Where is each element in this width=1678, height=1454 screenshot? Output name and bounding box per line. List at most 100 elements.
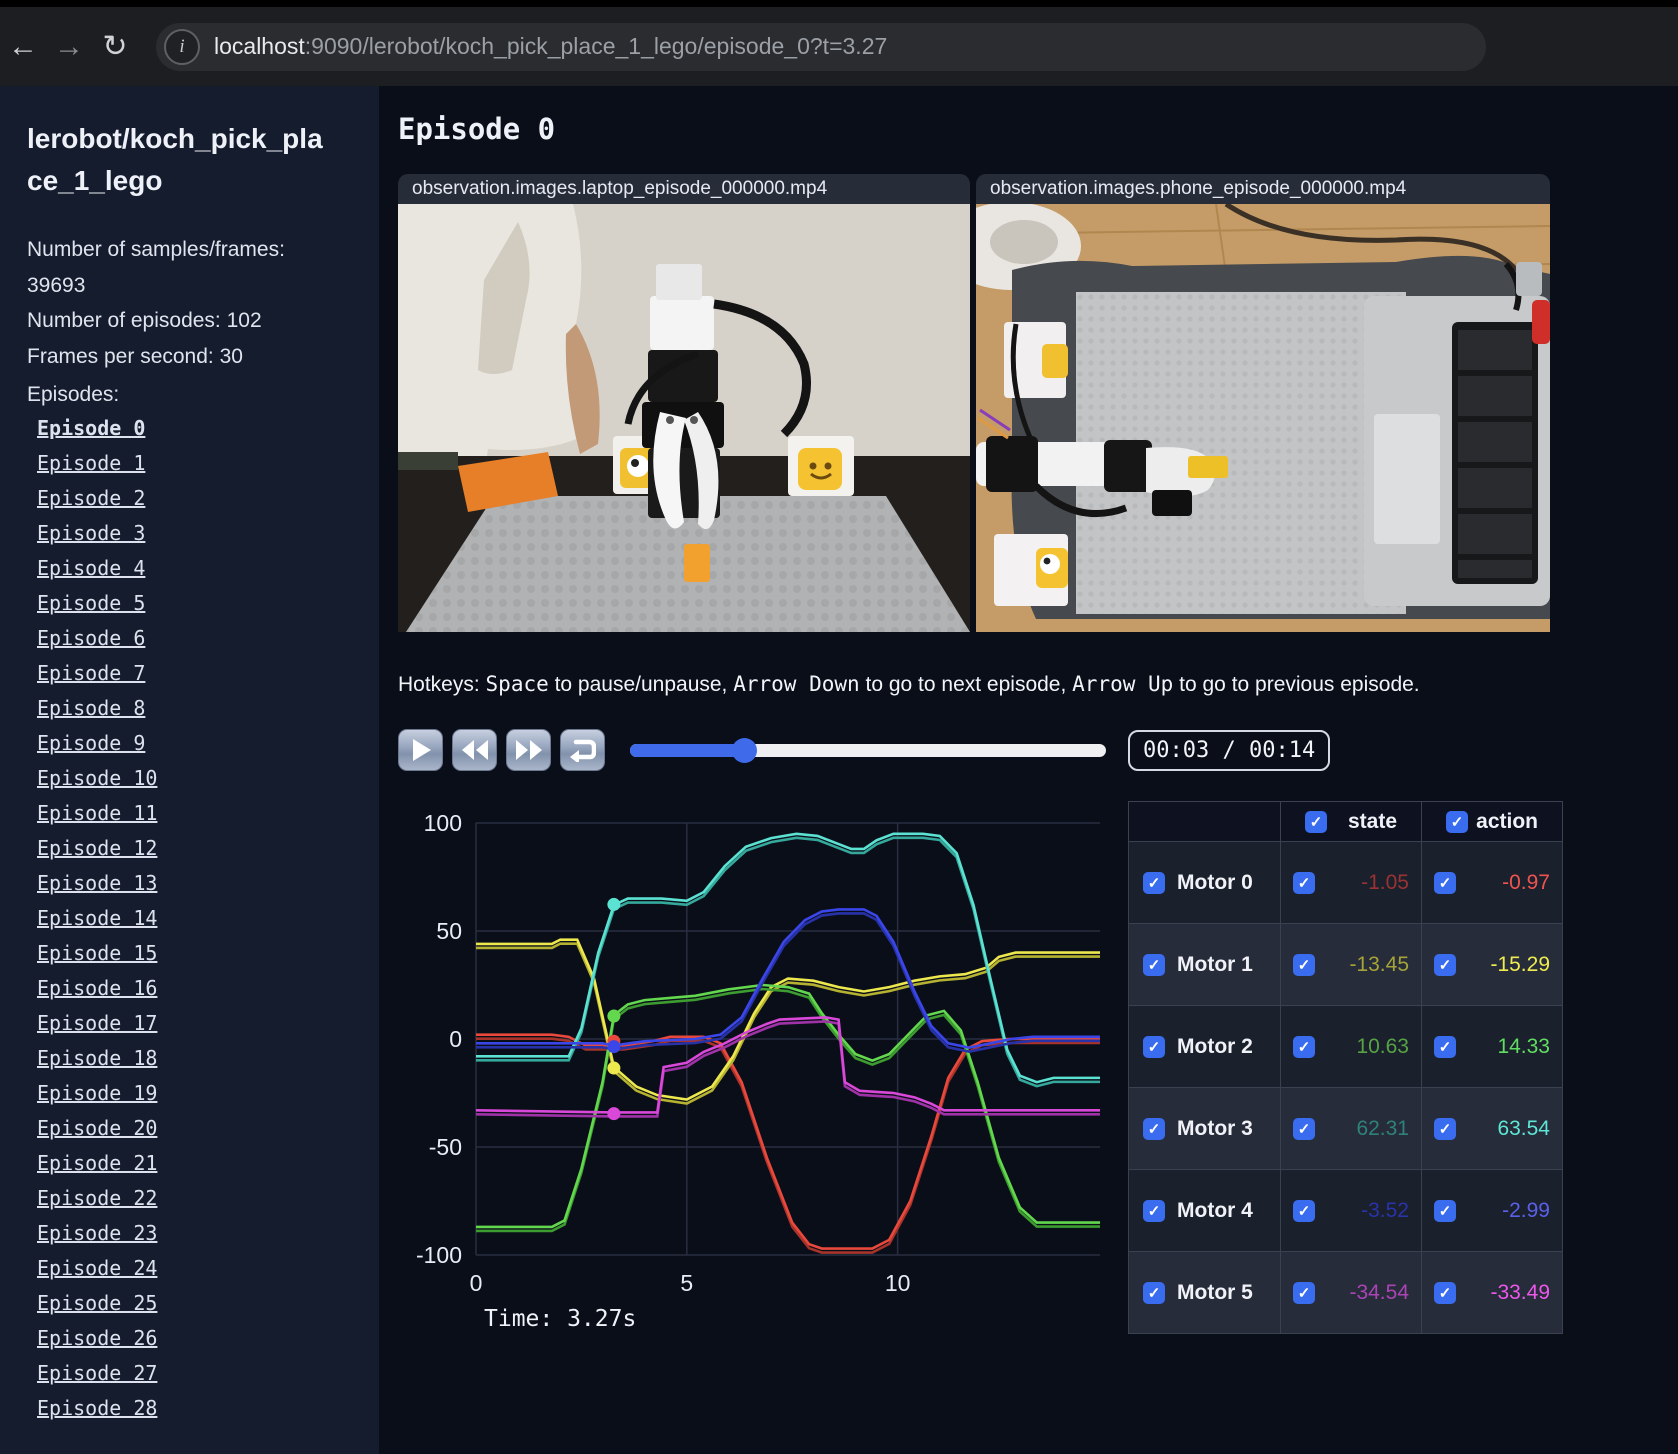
video-row: observation.images.laptop_episode_000000… [398,174,1678,632]
action-value: 63.54 [1497,1116,1550,1140]
action-column-checkbox[interactable]: ✓ [1446,810,1468,833]
checkbox[interactable]: ✓ [1143,1281,1165,1304]
motor-name: Motor 4 [1177,1198,1253,1222]
url-path: :9090/lerobot/koch_pick_place_1_lego/epi… [304,33,888,59]
episode-link-episode-21[interactable]: Episode 21 [37,1151,379,1175]
action-value: 14.33 [1497,1034,1550,1058]
episode-link-episode-15[interactable]: Episode 15 [37,941,379,965]
episode-link-episode-7[interactable]: Episode 7 [37,661,379,685]
checkbox[interactable]: ✓ [1293,1117,1315,1140]
episode-link-episode-8[interactable]: Episode 8 [37,696,379,720]
sidebar: lerobot/koch_pick_place_1_lego Number of… [0,86,379,1454]
table-row: ✓ Motor 0 ✓ -1.05 ✓ -0.97 [1128,841,1563,924]
video-panel-phone[interactable]: observation.images.phone_episode_000000.… [976,174,1550,632]
table-row: ✓ Motor 1 ✓ -13.45 ✓ -15.29 [1128,923,1563,1006]
video-panel-laptop[interactable]: observation.images.laptop_episode_000000… [398,174,970,632]
play-icon [412,739,431,761]
loop-icon [569,739,596,762]
hotkey-text: Hotkeys: [398,673,486,696]
episode-link-episode-23[interactable]: Episode 23 [37,1221,379,1245]
page-title: Episode 0 [398,112,556,146]
state-column-checkbox[interactable]: ✓ [1305,810,1327,833]
back-icon[interactable]: ← [0,30,46,64]
state-header-label: state [1347,809,1397,833]
playback-controls: 00:03 / 00:14 [398,729,1678,771]
episode-link-episode-22[interactable]: Episode 22 [37,1186,379,1210]
address-bar[interactable]: i localhost:9090/lerobot/koch_pick_place… [156,22,1486,71]
episode-link-episode-6[interactable]: Episode 6 [37,626,379,650]
episode-link-episode-19[interactable]: Episode 19 [37,1081,379,1105]
checkbox[interactable]: ✓ [1434,1035,1456,1058]
seek-thumb[interactable] [732,737,758,763]
checkbox[interactable]: ✓ [1293,1281,1315,1304]
state-value: 62.31 [1356,1116,1409,1140]
checkbox[interactable]: ✓ [1434,1281,1456,1304]
state-value: 10.63 [1356,1034,1409,1058]
checkbox[interactable]: ✓ [1143,953,1165,976]
episode-link-episode-20[interactable]: Episode 20 [37,1116,379,1140]
episode-link-episode-16[interactable]: Episode 16 [37,976,379,1000]
episode-link-episode-26[interactable]: Episode 26 [37,1326,379,1350]
episode-link-episode-9[interactable]: Episode 9 [37,731,379,755]
svg-text:0: 0 [470,1270,483,1295]
state-value: -13.45 [1349,952,1409,976]
reload-icon[interactable]: ↻ [92,29,138,64]
episode-link-episode-5[interactable]: Episode 5 [37,591,379,615]
svg-text:50: 50 [436,918,462,944]
play-button[interactable] [398,729,443,771]
hotkeys-text: Hotkeys: Space to pause/unpause, Arrow D… [398,672,1678,697]
episode-link-episode-25[interactable]: Episode 25 [37,1291,379,1315]
action-value: -15.29 [1490,952,1550,976]
checkbox[interactable]: ✓ [1143,871,1165,894]
checkbox[interactable]: ✓ [1143,1199,1165,1222]
svg-text:5: 5 [680,1270,693,1295]
episode-link-episode-3[interactable]: Episode 3 [37,521,379,545]
video-title-laptop: observation.images.laptop_episode_000000… [398,174,970,204]
video-laptop[interactable] [398,204,970,632]
checkbox[interactable]: ✓ [1293,1035,1315,1058]
motor-name: Motor 3 [1177,1116,1253,1140]
loop-button[interactable] [560,729,605,771]
video-phone-frame [976,204,1550,632]
hotkey-text: to go to previous episode. [1173,673,1420,696]
action-header-label: action [1476,809,1538,833]
hotkey-key: Arrow Up [1072,672,1174,696]
video-phone[interactable] [976,204,1550,632]
svg-text:-100: -100 [416,1242,462,1268]
episode-link-episode-11[interactable]: Episode 11 [37,801,379,825]
video-title-phone: observation.images.phone_episode_000000.… [976,174,1550,204]
episode-link-episode-12[interactable]: Episode 12 [37,836,379,860]
episode-link-episode-13[interactable]: Episode 13 [37,871,379,895]
motor-name: Motor 2 [1177,1034,1253,1058]
hotkey-text: to go to next episode, [859,673,1073,696]
checkbox[interactable]: ✓ [1434,871,1456,894]
checkbox[interactable]: ✓ [1143,1117,1165,1140]
episode-link-episode-2[interactable]: Episode 2 [37,486,379,510]
checkbox[interactable]: ✓ [1434,1199,1456,1222]
checkbox[interactable]: ✓ [1434,953,1456,976]
episode-link-episode-27[interactable]: Episode 27 [37,1361,379,1385]
site-info-icon[interactable]: i [164,28,200,65]
dataset-stats: Number of samples/frames: 39693 Number of… [27,232,297,375]
episode-link-episode-0[interactable]: Episode 0 [37,416,379,440]
episode-link-episode-17[interactable]: Episode 17 [37,1011,379,1035]
stat-line: Number of samples/frames: 39693 [27,238,285,297]
episode-link-episode-10[interactable]: Episode 10 [37,766,379,790]
episode-link-episode-18[interactable]: Episode 18 [37,1046,379,1070]
chart: 100 50 0 -50 -100 0 5 10 Time: 3.27s [398,795,1114,1334]
episode-link-episode-1[interactable]: Episode 1 [37,451,379,475]
episode-link-episode-28[interactable]: Episode 28 [37,1396,379,1420]
seek-slider[interactable] [630,737,1106,763]
forward-icon[interactable]: → [46,30,92,64]
episode-link-episode-14[interactable]: Episode 14 [37,906,379,930]
checkbox[interactable]: ✓ [1434,1117,1456,1140]
checkbox[interactable]: ✓ [1143,1035,1165,1058]
episode-link-episode-24[interactable]: Episode 24 [37,1256,379,1280]
checkbox[interactable]: ✓ [1293,953,1315,976]
checkbox[interactable]: ✓ [1293,871,1315,894]
fast-forward-button[interactable] [506,729,551,771]
episode-link-episode-4[interactable]: Episode 4 [37,556,379,580]
checkbox[interactable]: ✓ [1293,1199,1315,1222]
rewind-button[interactable] [452,729,497,771]
url-text: localhost:9090/lerobot/koch_pick_place_1… [214,33,887,60]
